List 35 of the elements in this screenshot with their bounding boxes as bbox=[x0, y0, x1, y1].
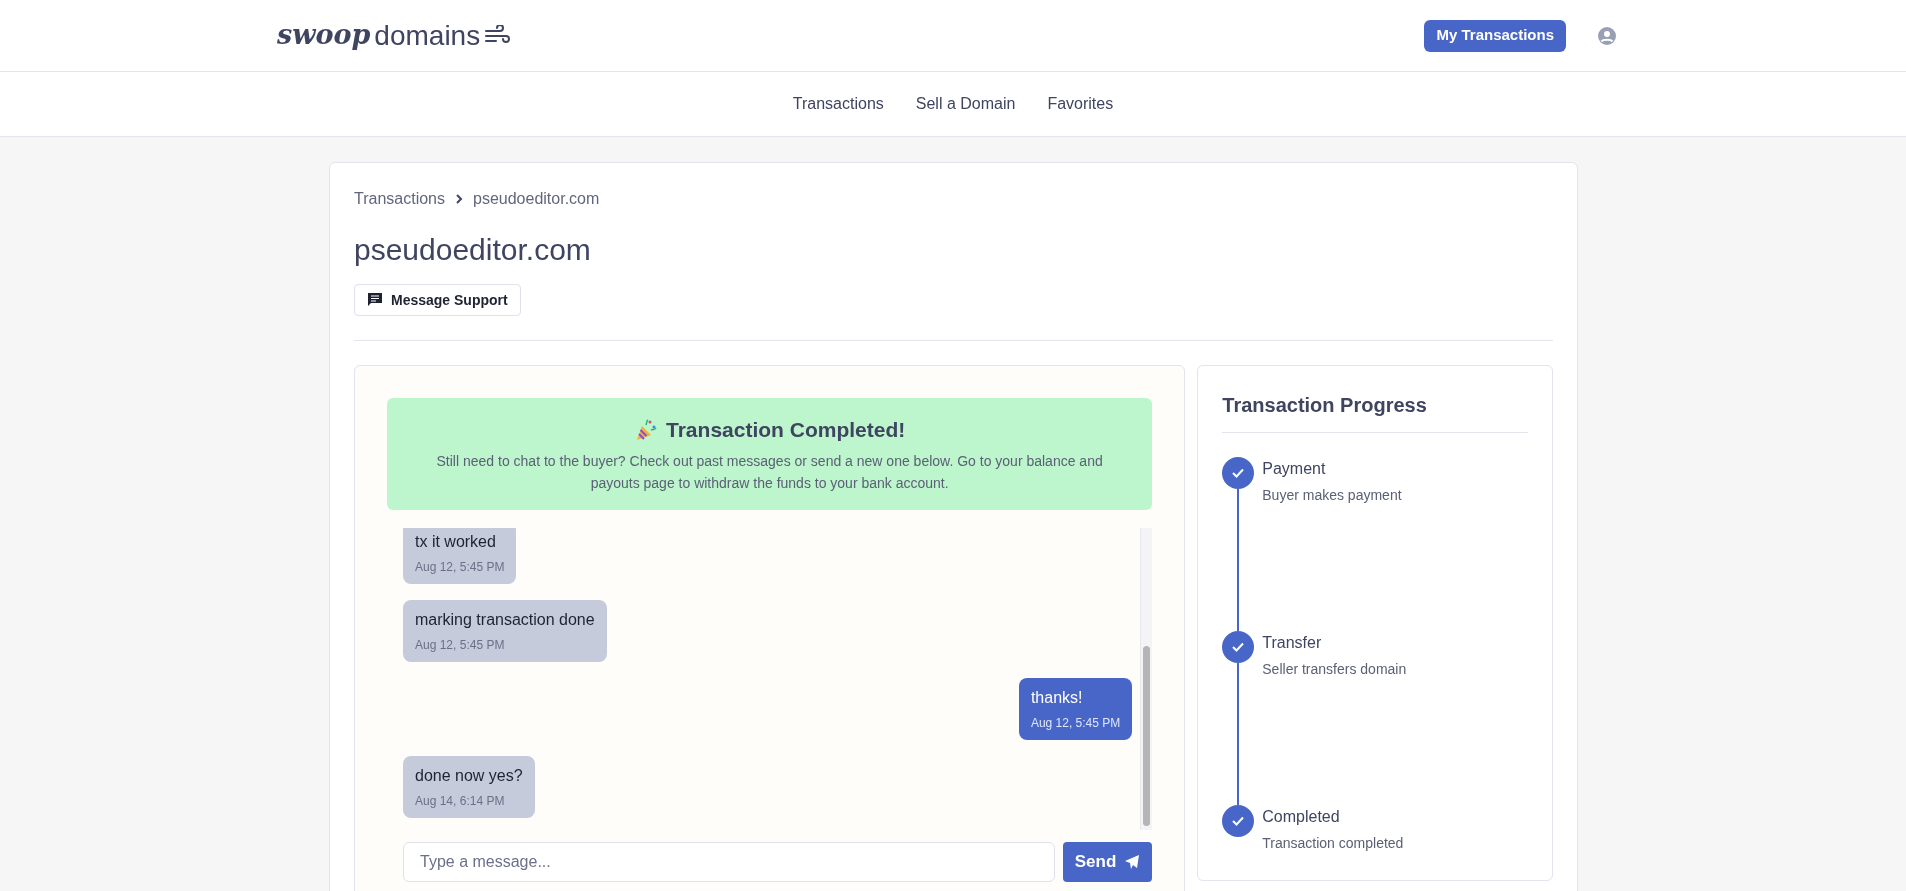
message-text: done now yes? bbox=[415, 765, 523, 786]
message-text: tx it worked bbox=[415, 531, 497, 552]
send-button[interactable]: Send bbox=[1062, 841, 1153, 882]
nav-link[interactable]: Transactions bbox=[792, 92, 884, 116]
message-text: thanks! bbox=[1030, 687, 1084, 708]
nav-link[interactable]: Sell a Domain bbox=[915, 92, 1016, 116]
step-label: Completed bbox=[1262, 807, 1341, 827]
message-input-field[interactable]: Type a message... bbox=[403, 841, 1055, 882]
message-time: Aug 12, 5:45 PM bbox=[1030, 714, 1121, 732]
user-avatar-icon[interactable] bbox=[1598, 26, 1616, 45]
step-detail: Transaction completed bbox=[1262, 834, 1404, 853]
message-time: Aug 14, 6:14 PM bbox=[415, 792, 506, 810]
banner-text: Still need to chat to the buyer? Check out past messages or send a new one below. Go to your balance and payouts page to withdraw the funds to your bank account. bbox=[435, 451, 1104, 493]
message-support-button[interactable]: Message Support bbox=[354, 284, 521, 316]
message-time: Aug 12, 5:45 PM bbox=[415, 558, 505, 576]
logo-script: swoop bbox=[277, 18, 371, 53]
party-popper-icon bbox=[634, 417, 659, 442]
message-text: marking transaction done bbox=[415, 609, 595, 630]
chevron-icon bbox=[453, 193, 465, 205]
message-time: Aug 12, 5:45 PM bbox=[415, 636, 506, 654]
nav-link[interactable]: Favorites bbox=[1047, 92, 1114, 116]
step-label: Transfer bbox=[1262, 633, 1323, 653]
logo-text: domains bbox=[374, 18, 481, 53]
breadcrumb-current: pseudoeditor.com bbox=[473, 189, 600, 209]
step-detail: Buyer makes payment bbox=[1262, 486, 1402, 505]
my-transactions-button[interactable]: My Transactions bbox=[1424, 19, 1566, 52]
chat-icon bbox=[367, 292, 383, 308]
scrollbar[interactable] bbox=[1140, 527, 1153, 830]
banner-title: Transaction Completed! bbox=[666, 417, 906, 443]
breadcrumb-link[interactable]: Transactions bbox=[354, 187, 445, 211]
page-title: pseudoeditor.com bbox=[354, 232, 592, 268]
step-detail: Seller transfers domain bbox=[1262, 660, 1407, 679]
step-label: Payment bbox=[1262, 459, 1327, 479]
progress-title: Transaction Progress bbox=[1222, 390, 1528, 433]
send-icon bbox=[1124, 853, 1141, 870]
